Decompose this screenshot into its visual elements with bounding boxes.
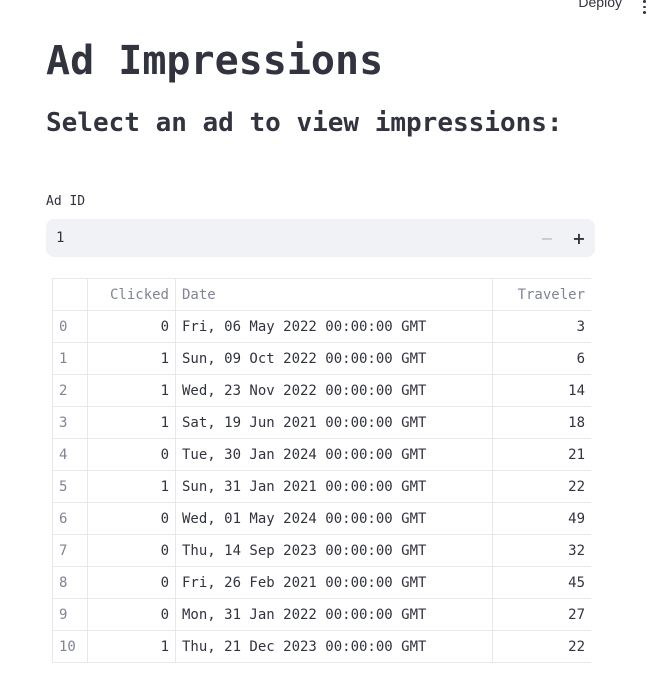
clicked-cell[interactable]: 0 bbox=[87, 310, 176, 343]
date-cell[interactable]: Fri, 26 Feb 2021 00:00:00 GMT bbox=[175, 566, 493, 599]
row-index-cell[interactable]: 9 bbox=[52, 598, 88, 631]
table-row[interactable]: 10 1 Thu, 21 Dec 2023 00:00:00 GMT 22 bbox=[52, 630, 591, 663]
date-cell[interactable]: Sun, 31 Jan 2021 00:00:00 GMT bbox=[175, 470, 493, 503]
table-row[interactable]: 6 0 Wed, 01 May 2024 00:00:00 GMT 49 bbox=[52, 502, 591, 535]
decrement-button[interactable]: − bbox=[531, 219, 563, 257]
column-header-clicked[interactable]: Clicked bbox=[87, 278, 176, 311]
row-index-cell[interactable]: 4 bbox=[52, 438, 88, 471]
row-index-cell[interactable]: 7 bbox=[52, 534, 88, 567]
impressions-dataframe[interactable]: Clicked Date Traveler 0 0 Fri, 06 May 2022… bbox=[52, 278, 591, 676]
column-header-date[interactable]: Date bbox=[175, 278, 493, 311]
traveler-cell[interactable]: 6 bbox=[492, 342, 591, 375]
vertical-dots-icon bbox=[642, 0, 646, 3]
vertical-dots-icon bbox=[642, 5, 646, 9]
traveler-cell[interactable]: 22 bbox=[492, 470, 591, 503]
row-index-cell[interactable]: 5 bbox=[52, 470, 88, 503]
row-index-cell[interactable]: 6 bbox=[52, 502, 88, 535]
clicked-cell[interactable]: 0 bbox=[87, 502, 176, 535]
clicked-cell[interactable]: 0 bbox=[87, 438, 176, 471]
page-title: Ad Impressions bbox=[46, 38, 384, 84]
clicked-cell[interactable]: 0 bbox=[87, 598, 176, 631]
traveler-cell[interactable]: 49 bbox=[492, 502, 591, 535]
date-cell[interactable]: Thu, 14 Sep 2023 00:00:00 GMT bbox=[175, 534, 493, 567]
ad-id-label: Ad ID bbox=[46, 194, 86, 209]
clicked-cell[interactable]: 0 bbox=[87, 534, 176, 567]
row-index-cell[interactable]: 8 bbox=[52, 566, 88, 599]
table-row[interactable]: 1 1 Sun, 09 Oct 2022 00:00:00 GMT 6 bbox=[52, 342, 591, 375]
main-menu-button[interactable] bbox=[634, 0, 654, 15]
clicked-cell[interactable]: 0 bbox=[87, 566, 176, 599]
table-row[interactable]: 3 1 Sat, 19 Jun 2021 00:00:00 GMT 18 bbox=[52, 406, 591, 439]
traveler-cell[interactable]: 21 bbox=[492, 438, 591, 471]
deploy-button[interactable]: Deploy bbox=[570, 0, 630, 14]
table-body: 0 0 Fri, 06 May 2022 00:00:00 GMT 3 1 1 Sun, 0… bbox=[52, 310, 591, 663]
app-root: Deploy Ad Impressions Select an ad to vi… bbox=[0, 0, 660, 676]
clicked-cell[interactable]: 1 bbox=[87, 630, 176, 663]
row-index-cell[interactable]: 1 bbox=[52, 342, 88, 375]
row-index-cell[interactable]: 3 bbox=[52, 406, 88, 439]
table-header-row: Clicked Date Traveler bbox=[52, 278, 591, 311]
traveler-cell[interactable]: 45 bbox=[492, 566, 591, 599]
clicked-cell[interactable]: 1 bbox=[87, 470, 176, 503]
traveler-cell[interactable]: 22 bbox=[492, 630, 591, 663]
page-subtitle: Select an ad to view impressions: bbox=[46, 108, 563, 138]
clicked-cell[interactable]: 1 bbox=[87, 342, 176, 375]
traveler-cell[interactable]: 32 bbox=[492, 534, 591, 567]
date-cell[interactable]: Wed, 01 May 2024 00:00:00 GMT bbox=[175, 502, 493, 535]
date-cell[interactable]: Sun, 09 Oct 2022 00:00:00 GMT bbox=[175, 342, 493, 375]
column-header-traveler[interactable]: Traveler bbox=[492, 278, 591, 311]
date-cell[interactable]: Mon, 31 Jan 2022 00:00:00 GMT bbox=[175, 598, 493, 631]
table-row[interactable]: 2 1 Wed, 23 Nov 2022 00:00:00 GMT 14 bbox=[52, 374, 591, 407]
top-toolbar: Deploy bbox=[570, 0, 660, 15]
row-index-cell[interactable]: 0 bbox=[52, 310, 88, 343]
table-row[interactable]: 5 1 Sun, 31 Jan 2021 00:00:00 GMT 22 bbox=[52, 470, 591, 503]
table-row[interactable]: 9 0 Mon, 31 Jan 2022 00:00:00 GMT 27 bbox=[52, 598, 591, 631]
row-index-cell[interactable]: 10 bbox=[52, 630, 88, 663]
clicked-cell[interactable]: 1 bbox=[87, 374, 176, 407]
date-cell[interactable]: Tue, 30 Jan 2024 00:00:00 GMT bbox=[175, 438, 493, 471]
table-row[interactable]: 4 0 Tue, 30 Jan 2024 00:00:00 GMT 21 bbox=[52, 438, 591, 471]
increment-button[interactable]: + bbox=[563, 219, 595, 257]
traveler-cell[interactable]: 3 bbox=[492, 310, 591, 343]
date-cell[interactable]: Fri, 06 May 2022 00:00:00 GMT bbox=[175, 310, 493, 343]
date-cell[interactable]: Wed, 23 Nov 2022 00:00:00 GMT bbox=[175, 374, 493, 407]
ad-id-field[interactable] bbox=[46, 219, 531, 257]
impressions-table: Clicked Date Traveler 0 0 Fri, 06 May 2022… bbox=[52, 278, 591, 663]
ad-id-number-input: − + bbox=[46, 219, 595, 257]
traveler-cell[interactable]: 14 bbox=[492, 374, 591, 407]
table-row[interactable]: 7 0 Thu, 14 Sep 2023 00:00:00 GMT 32 bbox=[52, 534, 591, 567]
row-index-cell[interactable]: 2 bbox=[52, 374, 88, 407]
table-row[interactable]: 0 0 Fri, 06 May 2022 00:00:00 GMT 3 bbox=[52, 310, 591, 343]
column-header-index[interactable] bbox=[52, 278, 88, 311]
date-cell[interactable]: Sat, 19 Jun 2021 00:00:00 GMT bbox=[175, 406, 493, 439]
traveler-cell[interactable]: 18 bbox=[492, 406, 591, 439]
clicked-cell[interactable]: 1 bbox=[87, 406, 176, 439]
table-row[interactable]: 8 0 Fri, 26 Feb 2021 00:00:00 GMT 45 bbox=[52, 566, 591, 599]
traveler-cell[interactable]: 27 bbox=[492, 598, 591, 631]
date-cell[interactable]: Thu, 21 Dec 2023 00:00:00 GMT bbox=[175, 630, 493, 663]
vertical-dots-icon bbox=[642, 11, 646, 15]
